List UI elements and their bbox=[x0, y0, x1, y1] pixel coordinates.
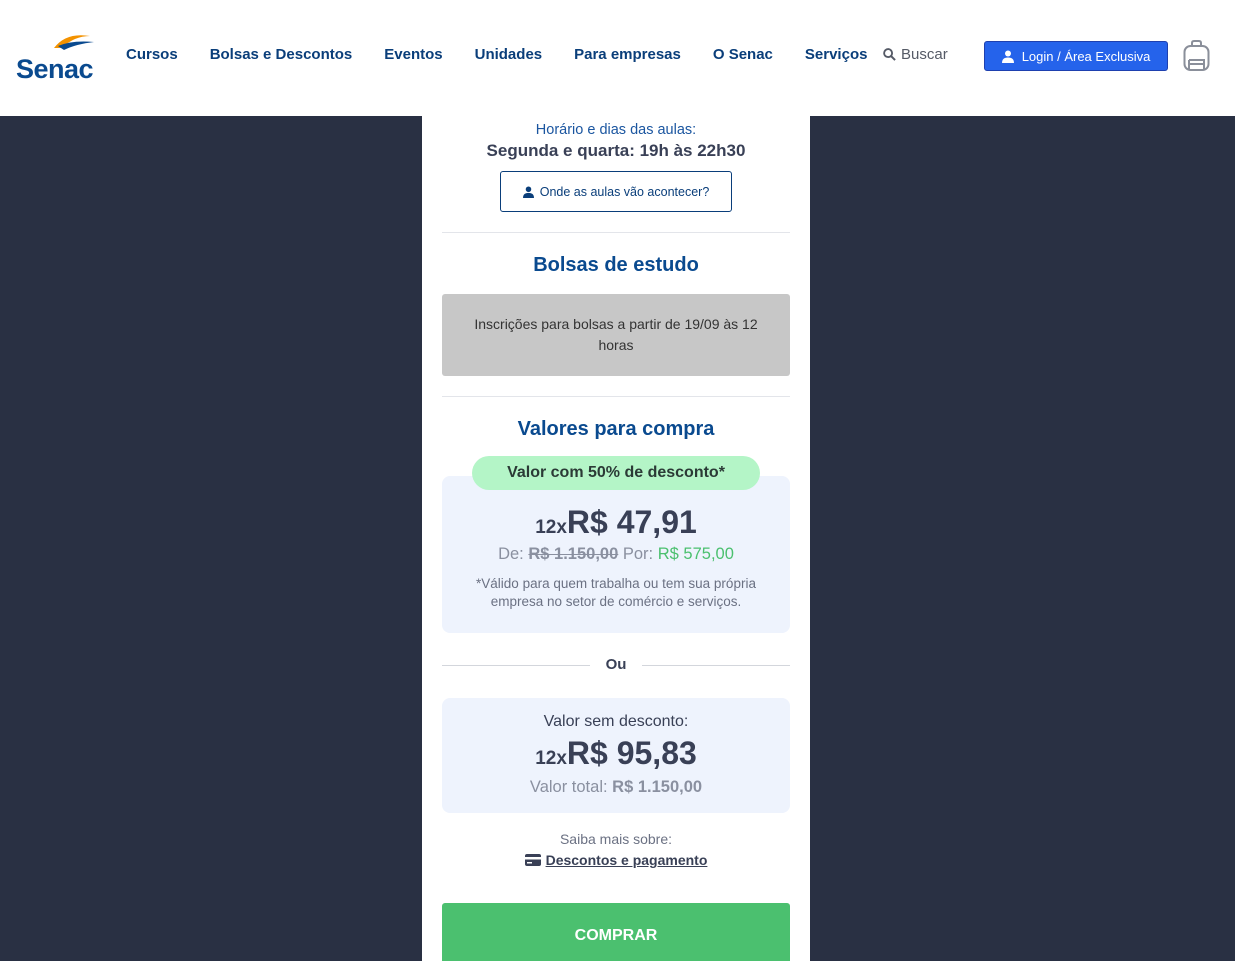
buy-label: COMPRAR bbox=[574, 927, 658, 944]
buy-button[interactable]: COMPRAR bbox=[442, 903, 790, 961]
nav-cursos[interactable]: Cursos bbox=[126, 46, 178, 63]
discount-note: *Válido para quem trabalha ou tem sua pr… bbox=[476, 576, 756, 609]
discount-amount: R$ 47,91 bbox=[566, 504, 697, 540]
full-price-label: Valor sem desconto: bbox=[543, 713, 689, 730]
logo-text: Senac bbox=[16, 54, 94, 84]
login-button[interactable]: Login / Área Exclusiva bbox=[984, 41, 1168, 71]
por-label: Por: bbox=[622, 545, 654, 563]
login-label: Login / Área Exclusiva bbox=[1021, 48, 1151, 64]
user-icon bbox=[522, 186, 534, 198]
discount-price-box: 12xR$ 47,91 De: R$ 1.150,00 Por: R$ 575,… bbox=[442, 476, 790, 633]
bolsas-title: Bolsas de estudo bbox=[533, 254, 699, 276]
divider bbox=[442, 232, 790, 233]
total-value: R$ 1.150,00 bbox=[612, 778, 703, 796]
nav-bolsas-descontos[interactable]: Bolsas e Descontos bbox=[210, 46, 353, 63]
main-nav: Cursos Bolsas e Descontos Eventos Unidad… bbox=[126, 46, 899, 63]
cart-button[interactable] bbox=[1183, 40, 1210, 72]
search-label: Buscar bbox=[901, 46, 948, 63]
nav-eventos[interactable]: Eventos bbox=[384, 46, 442, 63]
full-price: 12xR$ 95,83 bbox=[442, 735, 790, 772]
site-header: Senac Cursos Bolsas e Descontos Eventos … bbox=[0, 0, 1235, 116]
nav-servicos[interactable]: Serviços bbox=[805, 46, 868, 63]
search-button[interactable]: Buscar bbox=[883, 46, 948, 63]
full-amount: R$ 95,83 bbox=[566, 735, 697, 771]
course-purchase-card: Horário e dias das aulas: Segunda e quar… bbox=[422, 116, 810, 961]
user-icon bbox=[1001, 50, 1014, 63]
discounted-price: R$ 575,00 bbox=[657, 545, 734, 563]
search-icon bbox=[883, 48, 896, 61]
de-label: De: bbox=[498, 545, 524, 563]
total-label: Valor total: bbox=[529, 778, 608, 796]
schedule-value: Segunda e quarta: 19h às 22h30 bbox=[486, 141, 746, 160]
senac-logo[interactable]: Senac bbox=[14, 28, 104, 84]
nav-para-empresas[interactable]: Para empresas bbox=[574, 46, 681, 63]
discount-de-por: De: R$ 1.150,00 Por: R$ 575,00 bbox=[442, 545, 790, 564]
nav-unidades[interactable]: Unidades bbox=[475, 46, 543, 63]
backpack-icon bbox=[1183, 40, 1210, 71]
discount-badge: Valor com 50% de desconto* bbox=[472, 456, 760, 490]
nav-o-senac[interactable]: O Senac bbox=[713, 46, 773, 63]
ou-line-right bbox=[642, 665, 790, 666]
credit-card-icon bbox=[524, 854, 541, 866]
descontos-pagamento-link[interactable]: Descontos e pagamento bbox=[422, 852, 810, 868]
original-price: R$ 1.150,00 bbox=[528, 545, 619, 563]
bolsas-notice: Inscrições para bolsas a partir de 19/09… bbox=[442, 294, 790, 376]
discount-installments: 12x bbox=[535, 517, 567, 538]
bolsas-message: Inscrições para bolsas a partir de 19/09… bbox=[474, 316, 758, 353]
full-price-box: Valor sem desconto: 12xR$ 95,83 Valor to… bbox=[442, 698, 790, 813]
full-total: Valor total: R$ 1.150,00 bbox=[442, 778, 790, 797]
divider bbox=[442, 396, 790, 397]
saiba-label: Saiba mais sobre: bbox=[559, 831, 673, 847]
where-classes-button[interactable]: Onde as aulas vão acontecer? bbox=[500, 171, 732, 212]
where-classes-label: Onde as aulas vão acontecer? bbox=[539, 184, 710, 199]
valores-title: Valores para compra bbox=[517, 418, 715, 440]
descontos-pagamento-label: Descontos e pagamento bbox=[545, 852, 708, 868]
full-installments: 12x bbox=[535, 748, 567, 769]
schedule-label: Horário e dias das aulas: bbox=[535, 122, 697, 138]
discount-price: 12xR$ 47,91 bbox=[442, 504, 790, 541]
